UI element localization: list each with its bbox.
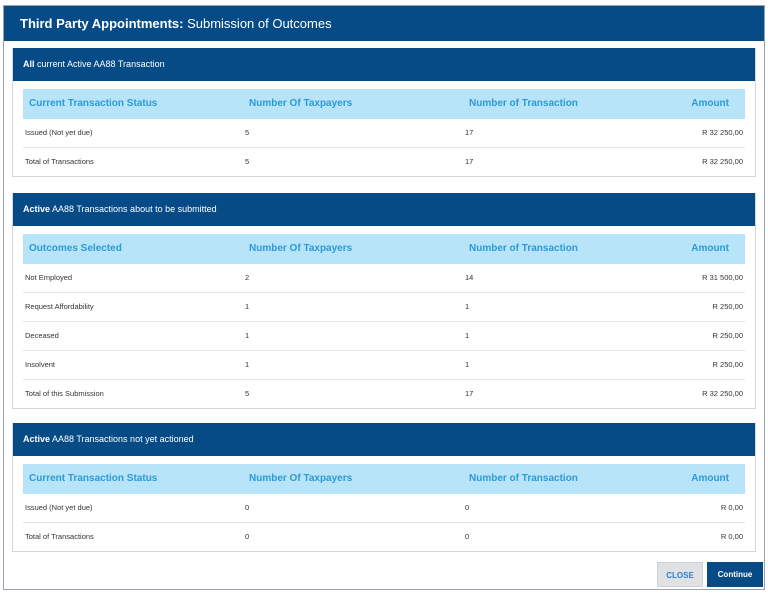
- cell-status: Issued (Not yet due): [25, 128, 93, 137]
- column-header: Amount: [691, 243, 729, 254]
- cell-amount: R 250,00: [712, 302, 743, 311]
- cell-amount: R 250,00: [712, 360, 743, 369]
- column-header: Current Transaction Status: [29, 473, 158, 484]
- table-row: Issued (Not yet due) 5 17 R 32 250,00: [23, 119, 745, 148]
- column-header: Number of Transaction: [469, 473, 578, 484]
- panel-title-rest: AA88 Transactions about to be submitted: [50, 204, 217, 214]
- cell-amount: R 0,00: [720, 503, 743, 512]
- table-header: Current Transaction Status Number Of Tax…: [23, 89, 745, 119]
- cell-taxpayers: 1: [245, 331, 250, 340]
- cell-transactions: 0: [465, 503, 470, 512]
- cell-taxpayers: 1: [245, 302, 250, 311]
- cell-transactions: 14: [465, 273, 474, 282]
- panel-title-bold: All: [23, 59, 35, 69]
- cell-taxpayers: 0: [245, 503, 250, 512]
- cell-taxpayers: 5: [245, 157, 250, 166]
- panel-to-be-submitted: Active AA88 Transactions about to be sub…: [12, 193, 756, 409]
- column-header: Number Of Taxpayers: [249, 98, 353, 109]
- table-header: Outcomes Selected Number Of Taxpayers Nu…: [23, 234, 745, 264]
- cell-transactions: 1: [465, 360, 470, 369]
- dialog-title-bold: Third Party Appointments:: [20, 16, 184, 31]
- table-row: Total of Transactions 5 17 R 32 250,00: [23, 148, 745, 176]
- cell-status: Total of Transactions: [25, 157, 94, 166]
- cell-taxpayers: 0: [245, 532, 250, 541]
- panel-not-yet-actioned: Active AA88 Transactions not yet actione…: [12, 423, 756, 552]
- dialog-title-rest: Submission of Outcomes: [183, 16, 332, 31]
- table-row: Request Affordability 1 1 R 250,00: [23, 293, 745, 322]
- cell-amount: R 31 500,00: [702, 273, 743, 282]
- column-header: Number of Transaction: [469, 98, 578, 109]
- cell-outcome: Insolvent: [25, 360, 56, 369]
- cell-amount: R 0,00: [720, 532, 743, 541]
- table-row: Not Employed 2 14 R 31 500,00: [23, 264, 745, 293]
- table-row: Issued (Not yet due) 0 0 R 0,00: [23, 494, 745, 523]
- cell-status: Issued (Not yet due): [25, 503, 93, 512]
- cell-transactions: 0: [465, 532, 470, 541]
- column-header: Number Of Taxpayers: [249, 243, 353, 254]
- panel-title-bold: Active: [23, 204, 51, 214]
- cell-transactions: 17: [465, 157, 474, 166]
- cell-taxpayers: 5: [245, 128, 250, 137]
- table-row: Total of this Submission 5 17 R 32 250,0…: [23, 380, 745, 408]
- cell-amount: R 250,00: [712, 331, 743, 340]
- panel-title-bold: Active: [23, 434, 51, 444]
- continue-button[interactable]: Continue: [707, 562, 763, 587]
- cell-taxpayers: 2: [245, 273, 250, 282]
- cell-status: Total of Transactions: [25, 532, 94, 541]
- table-row: Insolvent 1 1 R 250,00: [23, 351, 745, 380]
- cell-transactions: 1: [465, 302, 470, 311]
- panel-title-rest: AA88 Transactions not yet actioned: [50, 434, 194, 444]
- column-header: Number of Transaction: [469, 243, 578, 254]
- cell-amount: R 32 250,00: [702, 157, 743, 166]
- table-row: Deceased 1 1 R 250,00: [23, 322, 745, 351]
- cell-taxpayers: 1: [245, 360, 250, 369]
- cell-amount: R 32 250,00: [702, 128, 743, 137]
- cell-outcome: Total of this Submission: [25, 389, 104, 398]
- column-header: Amount: [691, 473, 729, 484]
- cell-outcome: Not Employed: [25, 273, 73, 282]
- panel-title-rest: current Active AA88 Transaction: [34, 59, 165, 69]
- table-header: Current Transaction Status Number Of Tax…: [23, 464, 745, 494]
- panel-header: Active AA88 Transactions not yet actione…: [13, 423, 755, 456]
- cell-transactions: 17: [465, 389, 474, 398]
- submission-dialog: Third Party Appointments: Submission of …: [3, 5, 765, 590]
- cell-taxpayers: 5: [245, 389, 250, 398]
- column-header: Outcomes Selected: [29, 243, 122, 254]
- panel-header: All current Active AA88 Transaction: [13, 48, 755, 81]
- close-button[interactable]: CLOSE: [657, 562, 703, 587]
- column-header: Amount: [691, 98, 729, 109]
- panel-all-active: All current Active AA88 Transaction Curr…: [12, 48, 756, 177]
- panel-header: Active AA88 Transactions about to be sub…: [13, 193, 755, 226]
- cell-outcome: Request Affordability: [25, 302, 94, 311]
- column-header: Number Of Taxpayers: [249, 473, 353, 484]
- cell-transactions: 17: [465, 128, 474, 137]
- column-header: Current Transaction Status: [29, 98, 158, 109]
- dialog-title: Third Party Appointments: Submission of …: [4, 6, 764, 41]
- table-row: Total of Transactions 0 0 R 0,00: [23, 523, 745, 551]
- cell-transactions: 1: [465, 331, 470, 340]
- cell-amount: R 32 250,00: [702, 389, 743, 398]
- cell-outcome: Deceased: [25, 331, 59, 340]
